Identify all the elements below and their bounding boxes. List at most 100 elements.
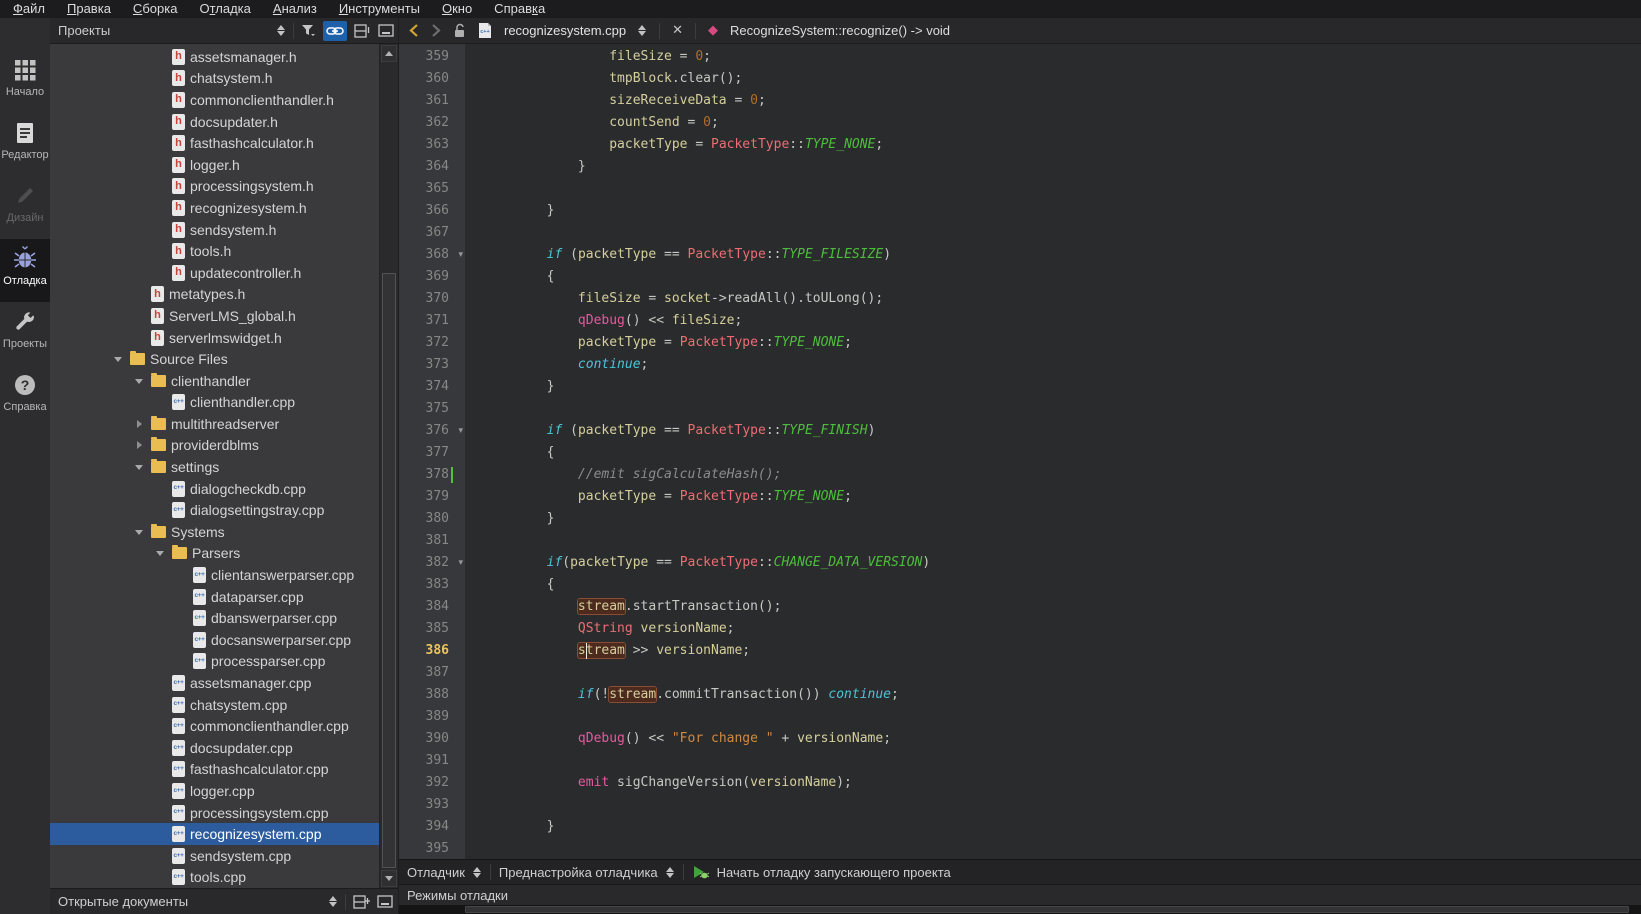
code-line-text[interactable]: } (465, 156, 1641, 178)
tree-item[interactable]: hassetsmanager.h (50, 46, 379, 68)
code-line-text[interactable] (465, 398, 1641, 420)
tree-item[interactable]: hdocsupdater.h (50, 111, 379, 133)
mode-item-design-pencil[interactable]: Дизайн (0, 176, 50, 239)
scroll-up-icon[interactable] (381, 45, 397, 62)
open-docs-selector-updown-icon[interactable] (329, 895, 338, 908)
code-line-text[interactable]: qDebug() << "For change " + versionName; (465, 728, 1641, 750)
collapse-panel-icon[interactable] (377, 895, 393, 908)
tree-item[interactable]: c++fasthashcalculator.cpp (50, 759, 379, 781)
scroll-down-icon[interactable] (381, 870, 397, 887)
code-line-text[interactable]: continue; (465, 354, 1641, 376)
menu-item-Сборка[interactable]: Сборка (122, 0, 189, 18)
code-line-text[interactable]: } (465, 376, 1641, 398)
link-with-editor-icon[interactable] (323, 21, 347, 41)
tree-item[interactable]: c++dataparser.cpp (50, 586, 379, 608)
code-line-text[interactable]: QString versionName; (465, 618, 1641, 640)
fold-arrow-icon[interactable]: ▾ (458, 420, 463, 442)
filter-icon[interactable] (301, 23, 316, 38)
tree-item[interactable]: hprocessingsystem.h (50, 176, 379, 198)
code-line-text[interactable]: { (465, 442, 1641, 464)
tree-item[interactable]: c++processparser.cpp (50, 651, 379, 673)
code-line-text[interactable] (465, 794, 1641, 816)
code-line-text[interactable]: fileSize = 0; (465, 46, 1641, 68)
debugger-preset-updown-icon[interactable] (666, 866, 675, 879)
tree-item[interactable]: htools.h (50, 240, 379, 262)
tree-expand-icon[interactable] (155, 547, 167, 559)
tree-item[interactable]: Source Files (50, 348, 379, 370)
split-icon[interactable] (353, 895, 370, 909)
code-line-text[interactable]: if (packetType == PacketType::TYPE_FINIS… (465, 420, 1641, 442)
tree-item[interactable]: hserverlmswidget.h (50, 327, 379, 349)
fold-arrow-icon[interactable]: ▾ (458, 552, 463, 574)
tree-item[interactable]: hfasthashcalculator.h (50, 132, 379, 154)
code-line-text[interactable]: } (465, 816, 1641, 838)
tree-expand-icon[interactable] (134, 526, 146, 538)
code-line-text[interactable]: packetType = PacketType::TYPE_NONE; (465, 332, 1641, 354)
code-line-text[interactable]: emit sigChangeVersion(versionName); (465, 772, 1641, 794)
tree-expand-icon[interactable] (134, 418, 146, 430)
back-icon[interactable] (409, 23, 419, 38)
debugger-preset-combo-label[interactable]: Преднастройка отладчика (499, 865, 658, 880)
hscrollbar-thumb[interactable] (465, 906, 1629, 913)
code-line-text[interactable] (465, 750, 1641, 772)
tree-item[interactable]: providerdblms (50, 435, 379, 457)
tree-item[interactable]: Systems (50, 521, 379, 543)
tree-item[interactable]: c++dialogcheckdb.cpp (50, 478, 379, 500)
code-line-text[interactable] (465, 178, 1641, 200)
code-line-text[interactable]: countSend = 0; (465, 112, 1641, 134)
tree-item[interactable]: c++processingsystem.cpp (50, 802, 379, 824)
mode-item-help-circle[interactable]: ?Справка (0, 365, 50, 428)
tree-expand-icon[interactable] (134, 439, 146, 451)
tree-item[interactable]: hchatsystem.h (50, 68, 379, 90)
code-line-text[interactable]: sizeReceiveData = 0; (465, 90, 1641, 112)
code-line-text[interactable]: if(!stream.commitTransaction()) continue… (465, 684, 1641, 706)
mode-item-editor-doc[interactable]: Редактор (0, 113, 50, 176)
code-line-text[interactable]: { (465, 574, 1641, 596)
open-file-name[interactable]: recognizesystem.cpp (504, 23, 626, 38)
debugger-combo-updown-icon[interactable] (473, 866, 482, 879)
code-line-text[interactable]: { (465, 266, 1641, 288)
start-debugging-label[interactable]: Начать отладку запускающего проекта (717, 865, 951, 880)
scrollbar-thumb[interactable] (382, 273, 396, 868)
tree-expand-icon[interactable] (113, 353, 125, 365)
code-line-text[interactable]: fileSize = socket->readAll().toULong(); (465, 288, 1641, 310)
tree-item[interactable]: settings (50, 456, 379, 478)
code-line-text[interactable]: //emit sigCalculateHash(); (465, 464, 1641, 486)
tree-expand-icon[interactable] (134, 375, 146, 387)
current-symbol[interactable]: RecognizeSystem::recognize() -> void (730, 23, 950, 38)
code-line-text[interactable]: stream.startTransaction(); (465, 596, 1641, 618)
fold-arrow-icon[interactable]: ▾ (458, 244, 463, 266)
panel-selector-updown-icon[interactable] (277, 24, 286, 37)
tree-item[interactable]: c++assetsmanager.cpp (50, 672, 379, 694)
tree-item[interactable]: hupdatecontroller.h (50, 262, 379, 284)
horizontal-scrollbar[interactable] (399, 905, 1641, 914)
code-line-text[interactable]: qDebug() << fileSize; (465, 310, 1641, 332)
tree-item[interactable]: c++logger.cpp (50, 780, 379, 802)
tree-item[interactable]: c++clientanswerparser.cpp (50, 564, 379, 586)
menu-item-Анализ[interactable]: Анализ (262, 0, 328, 18)
split-icon[interactable] (354, 24, 371, 38)
code-line-text[interactable]: if(packetType == PacketType::CHANGE_DATA… (465, 552, 1641, 574)
code-line-text[interactable] (465, 706, 1641, 728)
tree-item[interactable]: c++sendsystem.cpp (50, 845, 379, 867)
tree-item[interactable]: multithreadserver (50, 413, 379, 435)
tree-expand-icon[interactable] (134, 461, 146, 473)
forward-icon[interactable] (431, 23, 441, 38)
close-document-icon[interactable]: ✕ (672, 23, 683, 38)
tree-item[interactable]: c++tools.cpp (50, 867, 379, 888)
tree-item[interactable]: c++dbanswerparser.cpp (50, 607, 379, 629)
tree-item[interactable]: c++docsanswerparser.cpp (50, 629, 379, 651)
menu-item-Справка[interactable]: Справка (483, 0, 556, 18)
tree-item[interactable]: hmetatypes.h (50, 284, 379, 306)
code-line-text[interactable]: } (465, 508, 1641, 530)
code-line-text[interactable] (465, 530, 1641, 552)
start-debugging-icon[interactable] (692, 864, 709, 880)
unlock-icon[interactable] (453, 23, 466, 38)
collapse-panel-icon[interactable] (378, 24, 394, 37)
tree-item[interactable]: hServerLMS_global.h (50, 305, 379, 327)
tree-item[interactable]: c++dialogsettingstray.cpp (50, 499, 379, 521)
mode-item-projects-wrench[interactable]: Проекты (0, 302, 50, 365)
code-line-text[interactable] (465, 662, 1641, 684)
tree-item[interactable]: hrecognizesystem.h (50, 197, 379, 219)
code-line-text[interactable]: tmpBlock.clear(); (465, 68, 1641, 90)
